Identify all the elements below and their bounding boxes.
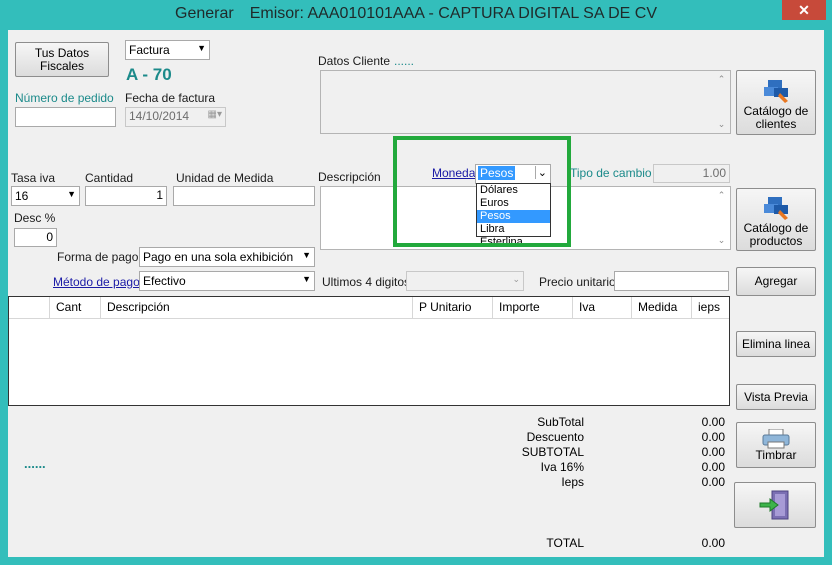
chevron-down-icon: ▼ [67,189,76,199]
discount-total-label: Descuento [526,430,584,444]
title-issuer: Emisor: AAA010101AAA - CAPTURA DIGITAL S… [249,5,657,22]
highlight-box [393,136,571,247]
unit-price-input[interactable] [614,271,729,291]
subtotal-value: 0.00 [701,415,725,429]
close-button[interactable]: ✕ [782,0,826,20]
exchange-rate-input[interactable]: 1.00 [653,164,730,183]
product-catalog-label-2: productos [749,233,803,248]
iva-rate-label: Tasa iva [11,171,56,185]
client-data-label: Datos Cliente [318,54,391,68]
payment-form-value: Pago en una sola exhibición [143,250,294,264]
chevron-down-icon: ⌄ [512,274,520,284]
folio: A - 70 [126,65,172,84]
exchange-rate-label: Tipo de cambio [570,166,652,180]
doc-type-select[interactable]: Factura ▼ [125,40,210,60]
product-catalog-label-1: Catálogo de [743,220,809,235]
iva-total-value: 0.00 [701,460,725,474]
col-header-measure[interactable]: Medida [631,297,691,319]
close-icon: ✕ [798,2,810,18]
quantity-label: Cantidad [85,171,134,185]
order-number-input[interactable] [15,107,116,127]
client-scrollbar[interactable]: ⌃ ⌄ [714,72,729,132]
title-form-name: Generar [175,5,234,22]
client-data-dots: ...... [394,54,415,68]
last4-label: Ultimos 4 digitos [322,275,411,289]
description-label: Descripción [318,170,381,184]
app-window: Generar Emisor: AAA010101AAA - CAPTURA DI… [0,0,832,565]
client-catalog-label-1: Catálogo de [743,103,809,118]
items-table[interactable]: Cant Descripción P Unitario Importe Iva … [8,296,730,406]
preview-button[interactable]: Vista Previa [736,384,816,410]
unit-price-label: Precio unitario [539,275,616,289]
description-scrollbar[interactable]: ⌃ ⌄ [714,188,729,248]
invoice-date-label: Fecha de factura [125,91,216,105]
fiscal-data-button[interactable]: Tus Datos Fiscales [15,42,109,77]
iva-total-label: Iva 16% [540,460,584,474]
client-catalog-button[interactable]: Catálogo de clientes [736,70,816,135]
remove-line-button[interactable]: Elimina linea [736,331,816,357]
fiscal-data-label-2: Fiscales [39,58,84,73]
users-icon [764,79,788,103]
exit-button[interactable] [734,482,816,528]
window-title: Generar Emisor: AAA010101AAA - CAPTURA DI… [0,5,832,23]
client-catalog-label-2: clientes [755,116,797,131]
subtotal-label: SubTotal [537,415,584,429]
col-header-qty[interactable]: Cant [49,297,100,319]
stamp-button[interactable]: Timbrar [736,422,816,468]
payment-method-link[interactable]: Método de pago [53,275,140,289]
grand-total-value: 0.00 [701,536,725,550]
unit-measure-label: Unidad de Medida [176,171,274,185]
col-header-unit-price[interactable]: P Unitario [412,297,492,319]
col-header-amount[interactable]: Importe [492,297,572,319]
totals-dots: ...... [24,456,46,471]
title-bar: Generar Emisor: AAA010101AAA - CAPTURA DI… [0,0,832,30]
printer-icon [762,428,790,448]
exit-door-icon [759,490,789,520]
chevron-down-icon: ▼ [302,250,311,260]
client-data-textarea[interactable]: ⌃ ⌄ [320,70,731,134]
discount-total-value: 0.00 [701,430,725,444]
subtotal2-value: 0.00 [701,445,725,459]
discount-input[interactable]: 0 [14,228,57,247]
quantity-input[interactable]: 1 [85,186,167,206]
doc-type-value: Factura [129,43,170,57]
items-table-header: Cant Descripción P Unitario Importe Iva … [9,297,729,319]
form-area: Tus Datos Fiscales Factura ▼ A - 70 Núme… [8,30,824,557]
unit-measure-input[interactable] [173,186,315,206]
ieps-total-label: Ieps [561,475,584,489]
iva-rate-value: 16 [15,189,29,203]
col-header-iva[interactable]: Iva [572,297,631,319]
invoice-date-picker[interactable]: 14/10/2014 ▦▾ [125,107,226,127]
order-number-label: Número de pedido [15,91,114,105]
iva-rate-select[interactable]: 16 ▼ [11,186,80,206]
calendar-icon: ▦▾ [207,109,222,120]
payment-method-value: Efectivo [143,274,186,288]
payment-method-select[interactable]: Efectivo ▼ [139,271,315,291]
payment-form-label: Forma de pago [57,250,139,264]
invoice-date-value: 14/10/2014 [129,109,190,123]
fiscal-data-label-1: Tus Datos [34,45,90,60]
discount-label: Desc % [14,211,56,225]
col-header-description[interactable]: Descripción [100,297,412,319]
products-icon [764,196,788,220]
ieps-total-value: 0.00 [701,475,725,489]
last4-select[interactable]: ⌄ [406,271,524,291]
chevron-down-icon: ▼ [302,274,311,284]
grand-total-label: TOTAL [546,536,584,550]
stamp-label: Timbrar [755,447,797,462]
product-catalog-button[interactable]: Catálogo de productos [736,188,816,251]
subtotal2-label: SUBTOTAL [521,445,584,459]
payment-form-select[interactable]: Pago en una sola exhibición ▼ [139,247,315,267]
chevron-down-icon: ▼ [197,43,206,53]
add-button[interactable]: Agregar [736,267,816,296]
col-header-ieps[interactable]: ieps [691,297,729,319]
